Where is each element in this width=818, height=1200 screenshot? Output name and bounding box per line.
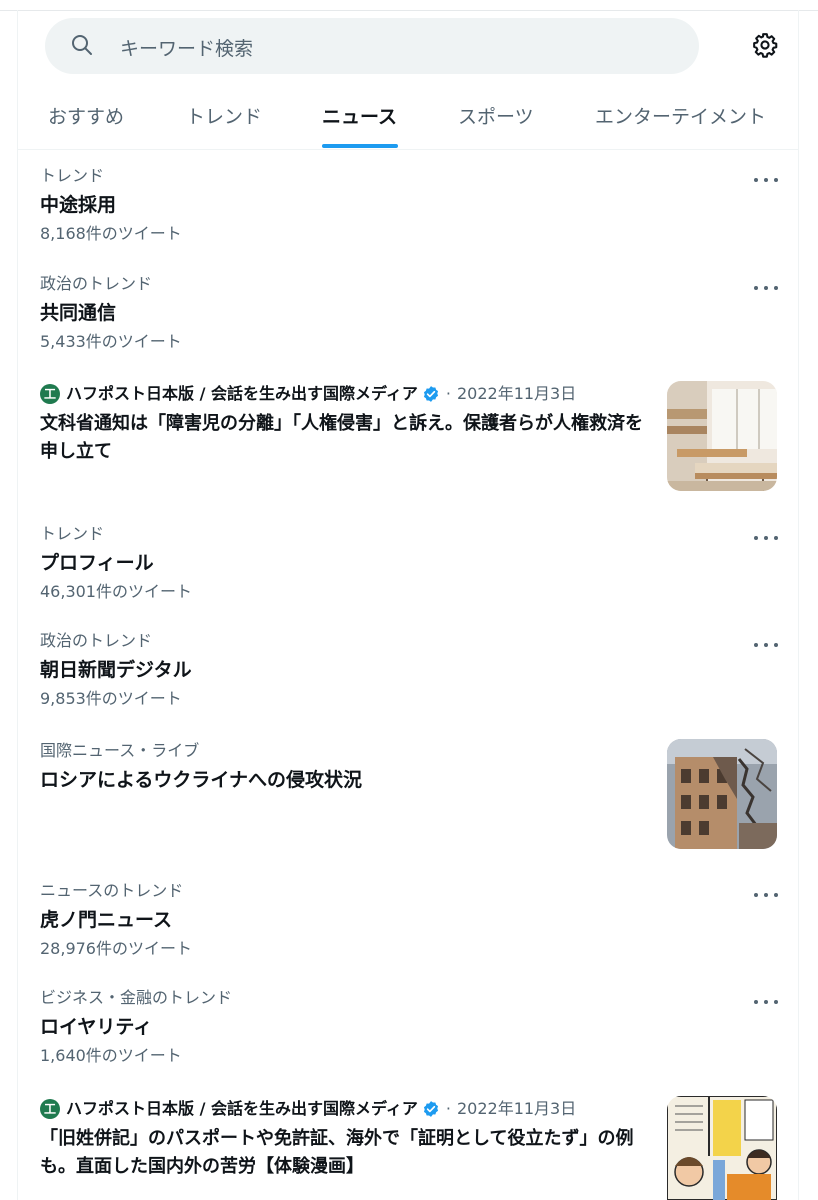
news-thumbnail-damaged-building[interactable] [667,739,777,849]
tab-entertainment[interactable]: エンターテイメント [595,102,766,129]
more-icon[interactable] [754,280,778,296]
trend-context: 政治のトレンド [40,631,153,650]
more-icon[interactable] [754,530,778,546]
active-tab-indicator [322,144,398,148]
trend-context: 政治のトレンド [40,274,153,293]
tab-news[interactable]: ニュース [322,102,397,129]
news-source: ハフポスト日本版 / 会話を生み出す国際メディア [66,384,418,403]
trend-count: 28,976件のツイート [40,939,192,958]
top-divider [0,10,818,11]
search-icon [72,35,92,55]
news-thumbnail-manga[interactable] [667,1096,777,1200]
tab-recommended[interactable]: おすすめ [48,102,124,129]
news-thumbnail-classroom[interactable] [667,381,777,491]
news-date: 2022年11月3日 [456,384,577,403]
source-avatar: 工 [40,1099,60,1119]
tab-bar: おすすめ トレンド ニュース スポーツ エンターテイメント [18,88,798,150]
trend-context: トレンド [40,524,105,543]
tab-sports[interactable]: スポーツ [458,102,534,129]
trend-title: 共同通信 [40,302,117,324]
source-avatar: 工 [40,384,60,404]
search-placeholder: キーワード検索 [120,38,254,60]
trend-context: トレンド [40,166,105,185]
meta-separator: · [445,384,451,403]
trend-item[interactable]: ビジネス・金融のトレンド ロイヤリティ 1,640件のツイート [40,988,780,1066]
trend-item[interactable]: トレンド プロフィール 46,301件のツイート [40,524,780,602]
trend-count: 46,301件のツイート [40,582,192,601]
verified-badge-icon [423,386,438,402]
verified-badge-icon [423,1101,438,1117]
news-source: ハフポスト日本版 / 会話を生み出す国際メディア [66,1099,418,1118]
news-date: 2022年11月3日 [456,1099,577,1118]
column-border-left [17,10,18,1200]
gear-icon[interactable] [752,32,778,58]
trend-count: 9,853件のツイート [40,689,182,708]
trend-title: プロフィール [40,552,154,574]
more-icon[interactable] [754,994,778,1010]
trend-item[interactable]: 政治のトレンド 共同通信 5,433件のツイート [40,274,780,352]
trend-count: 8,168件のツイート [40,224,182,243]
trend-context: ビジネス・金融のトレンド [40,988,233,1007]
trend-item[interactable]: ニュースのトレンド 虎ノ門ニュース 28,976件のツイート [40,881,780,959]
trend-item[interactable]: 政治のトレンド 朝日新聞デジタル 9,853件のツイート [40,631,780,709]
trend-item[interactable]: トレンド 中途採用 8,168件のツイート [40,166,780,244]
trend-context: ニュースのトレンド [40,881,184,900]
trend-title: 中途採用 [40,194,117,216]
tab-trending[interactable]: トレンド [186,102,262,129]
meta-separator: · [445,1099,451,1118]
explore-page: キーワード検索 おすすめ トレンド ニュース スポーツ エンターテイメント トレ… [0,0,818,1200]
trend-count: 5,433件のツイート [40,332,182,351]
trend-count: 1,640件のツイート [40,1046,182,1065]
trend-title: ロイヤリティ [40,1016,153,1038]
news-headline: 文科省通知は「障害児の分離」「人権侵害」と訴え。保護者らが人権救済を申し立て [40,413,643,462]
more-icon[interactable] [754,887,778,903]
news-headline: 「旧姓併記」のパスポートや免許証、海外で「証明として役立たず」の例も。直面した国… [40,1128,634,1177]
column-border-right [798,10,799,1200]
trend-title: 虎ノ門ニュース [40,909,173,931]
more-icon[interactable] [754,637,778,653]
more-icon[interactable] [754,172,778,188]
trend-title: 朝日新聞デジタル [40,659,192,681]
